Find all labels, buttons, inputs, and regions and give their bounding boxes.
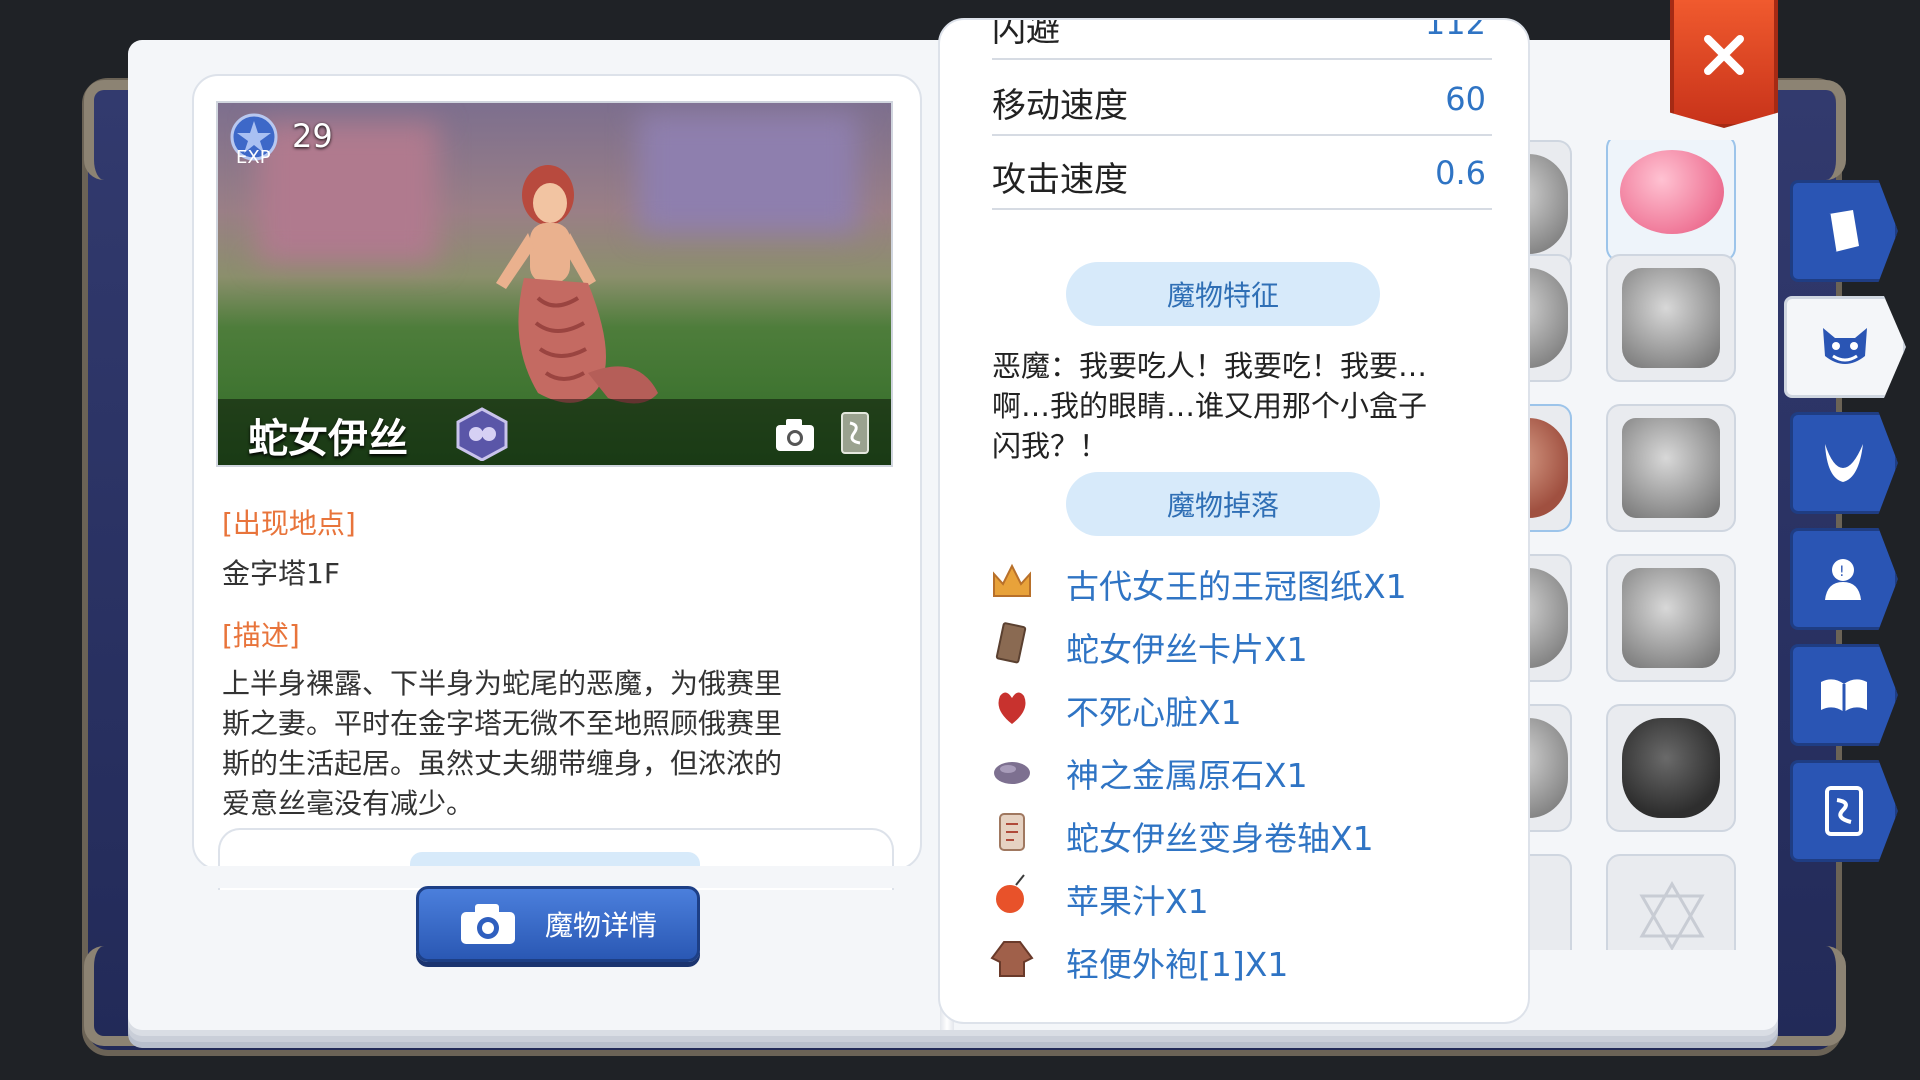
drop-label: 神之金属原石X1: [1066, 756, 1308, 795]
tab-character[interactable]: !: [1790, 528, 1898, 630]
blurred-scenery: [638, 113, 858, 233]
drop-label: 古代女王的王冠图纸X1: [1066, 567, 1407, 606]
drop-item[interactable]: 苹果汁X1: [990, 869, 1490, 923]
monster-grid: [1510, 140, 1770, 950]
drop-item[interactable]: 古代女王的王冠图纸X1: [990, 554, 1490, 608]
monster-preview[interactable]: EXP 29 蛇女伊丝: [216, 101, 893, 467]
location-value: 金字塔1F: [222, 557, 340, 590]
monster-detail-button[interactable]: 魔物详情: [416, 886, 700, 962]
tab-codex-book[interactable]: [1790, 180, 1898, 282]
race-demon-icon: [456, 407, 508, 461]
grid-cell[interactable]: [1606, 554, 1736, 682]
apple-juice-icon: [994, 874, 1026, 915]
grid-cell[interactable]: [1606, 704, 1736, 832]
description-line: 斯之妻。平时在金字塔无微不至地照顾俄赛里: [222, 707, 783, 740]
book-icon: [1827, 210, 1859, 253]
detail-button-label: 魔物详情: [544, 909, 657, 942]
stat-label: 攻击速度: [992, 160, 1128, 200]
description-line: 上半身裸露、下半身为蛇尾的恶魔，为俄赛里: [222, 667, 783, 700]
description-text: 上半身裸露、下半身为蛇尾的恶魔，为俄赛里 斯之妻。平时在金字塔无微不至地照顾俄赛…: [222, 664, 902, 824]
stat-label: 闪避: [992, 18, 1060, 50]
drop-label: 蛇女伊丝变身卷轴X1: [1066, 819, 1374, 858]
robe-icon: [990, 941, 1034, 977]
card-icon: [995, 622, 1027, 664]
stat-row-attack-speed: 攻击速度 0.6: [992, 134, 1492, 210]
description-line: 爱意丝毫没有减少。: [222, 787, 475, 820]
grid-cell-locked[interactable]: [1606, 854, 1736, 950]
svg-text:!: !: [1839, 564, 1845, 580]
drop-item[interactable]: 轻便外袍[1]X1: [990, 932, 1490, 986]
card-icon[interactable]: [840, 411, 870, 455]
trait-line: 啊…我的眼睛…谁又用那个小盒子: [992, 389, 1428, 423]
star-of-david-icon: [1639, 880, 1705, 950]
traits-heading: 魔物特征: [1066, 262, 1380, 326]
poring-icon: [1620, 150, 1724, 234]
monster-name: 蛇女伊丝: [248, 416, 408, 462]
camera-icon[interactable]: [774, 417, 816, 453]
ore-icon: [994, 762, 1030, 784]
drop-label: 轻便外袍[1]X1: [1066, 945, 1289, 984]
stat-label: 移动速度: [992, 86, 1128, 126]
tab-card[interactable]: [1790, 760, 1898, 862]
scroll-icon: [999, 813, 1025, 851]
camera-icon: [460, 904, 515, 944]
open-book-icon: [1821, 679, 1867, 712]
drop-label: 苹果汁X1: [1066, 882, 1209, 921]
exp-label: EXP: [236, 147, 271, 168]
panel-mask: [192, 866, 922, 888]
crown-blueprint-icon: [993, 563, 1031, 597]
exp-value: 29: [292, 117, 333, 155]
traits-text: 恶魔：我要吃人！我要吃！我要… 啊…我的眼睛…谁又用那个小盒子 闪我？！: [992, 346, 1492, 466]
drop-item[interactable]: 不死心脏X1: [990, 680, 1490, 734]
stat-value: 0.6: [1435, 154, 1486, 192]
grid-cell[interactable]: [1606, 254, 1736, 382]
location-heading: [出现地点]: [222, 507, 356, 540]
stat-value: 112: [1424, 18, 1486, 42]
drops-heading: 魔物掉落: [1066, 472, 1380, 536]
drop-item[interactable]: 蛇女伊丝变身卷轴X1: [990, 806, 1490, 860]
description-line: 斯的生活起居。虽然丈夫绷带缠身，但浓浓的: [222, 747, 783, 780]
monster-stats-panel[interactable]: 闪避 112 移动速度 60 攻击速度 0.6 魔物特征 恶魔：我要吃人！我要吃…: [938, 18, 1530, 1024]
stat-row-move-speed: 移动速度 60: [992, 60, 1492, 136]
close-button[interactable]: [1670, 0, 1778, 128]
tab-monster[interactable]: [1784, 296, 1906, 398]
tab-horns[interactable]: [1790, 412, 1898, 514]
drop-label: 蛇女伊丝卡片X1: [1066, 630, 1308, 669]
drop-item[interactable]: 神之金属原石X1: [990, 743, 1490, 797]
trait-line: 闪我？！: [992, 429, 1109, 463]
grid-cell[interactable]: [1606, 404, 1736, 532]
horns-icon: [1825, 444, 1863, 482]
drop-item[interactable]: 蛇女伊丝卡片X1: [990, 617, 1490, 671]
drop-label: 不死心脏X1: [1066, 693, 1242, 732]
snake-woman-figure: [496, 165, 658, 404]
grid-cell-poring[interactable]: [1606, 140, 1736, 262]
close-icon: [1704, 35, 1744, 75]
stat-value: 60: [1445, 80, 1486, 118]
trait-line: 恶魔：我要吃人！我要吃！我要…: [992, 349, 1428, 383]
card-icon: [1825, 786, 1863, 836]
character-icon: !: [1825, 559, 1861, 600]
tab-open-book[interactable]: [1790, 644, 1898, 746]
heart-icon: [998, 692, 1026, 724]
description-heading: [描述]: [222, 619, 300, 652]
monster-face-icon: [1823, 328, 1867, 364]
stat-row-flee: 闪避 112: [992, 18, 1492, 60]
